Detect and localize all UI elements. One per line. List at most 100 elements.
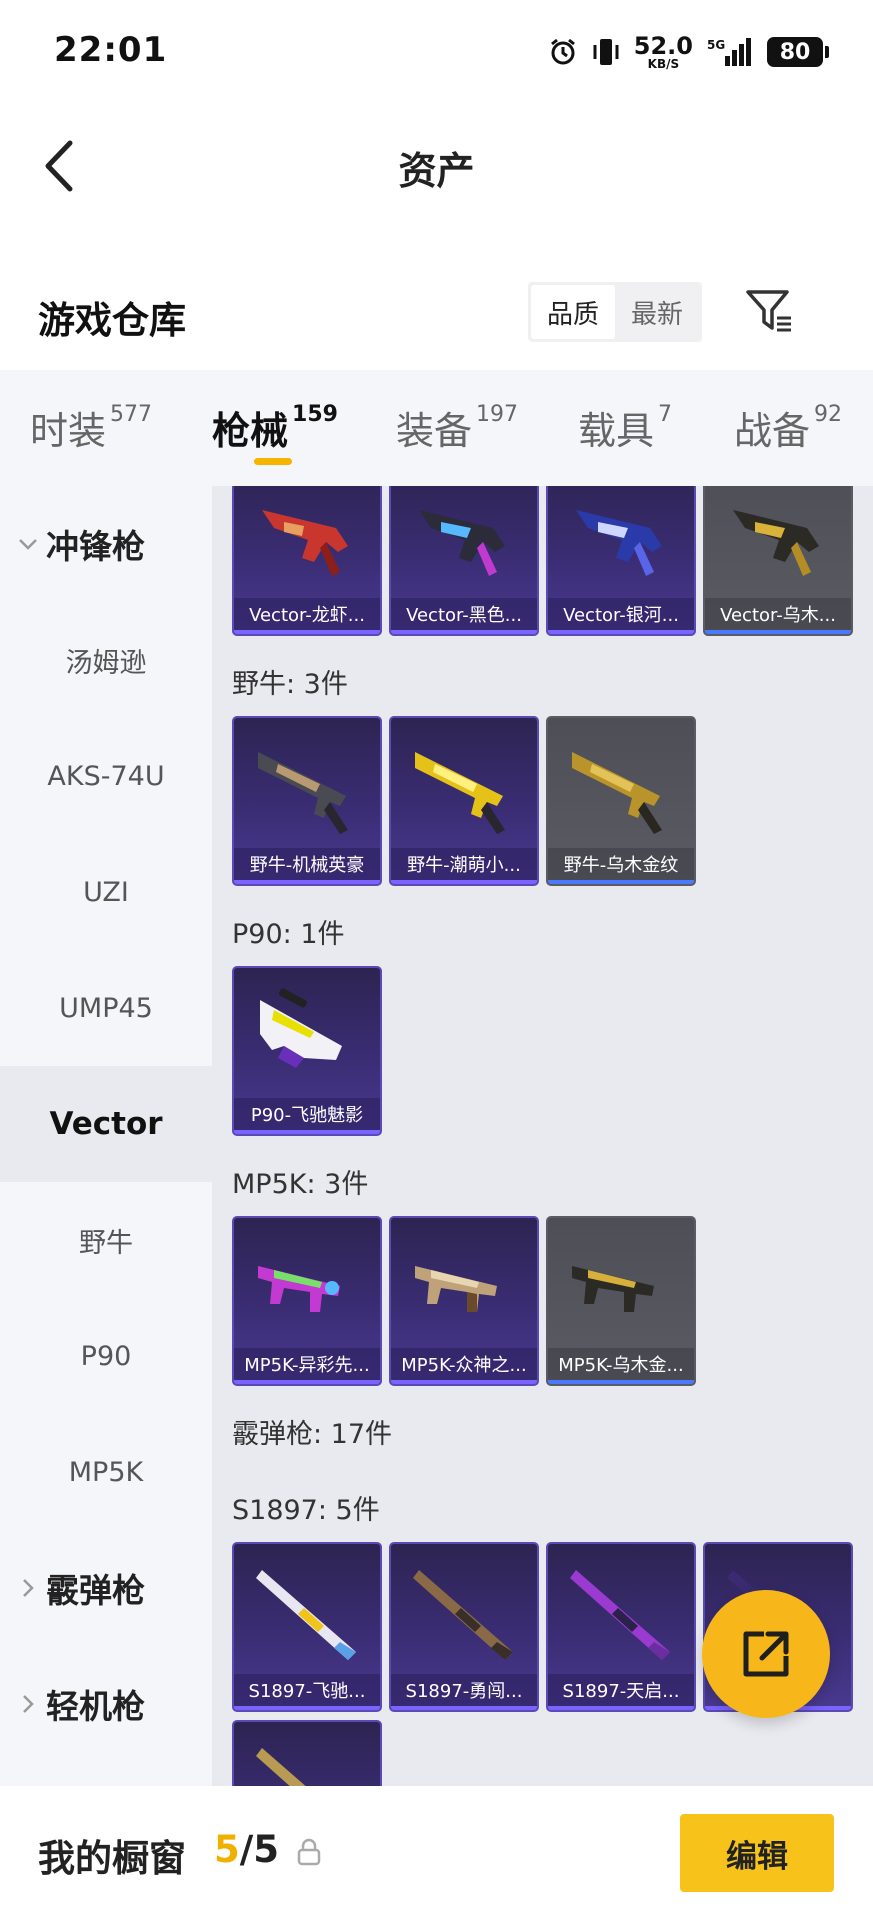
status-time: 22:01	[54, 30, 168, 70]
tab-label: 枪械	[212, 409, 289, 453]
sort-quality-button[interactable]: 品质	[531, 285, 615, 339]
smg-skin-icon	[262, 510, 348, 576]
tab-count: 577	[110, 402, 153, 427]
weapon-card-name: 野牛-潮萌小...	[391, 848, 537, 880]
battery-indicator: 80	[767, 37, 829, 67]
share-button[interactable]	[702, 1590, 830, 1718]
side-item-vector[interactable]: Vector	[0, 1066, 212, 1182]
weapon-card-name: S1897-天启...	[548, 1674, 694, 1706]
side-item-uzi[interactable]: UZI	[0, 834, 212, 950]
side-group-label: 冲锋枪	[46, 527, 145, 566]
chevron-right-icon	[16, 1576, 40, 1600]
showcase-count: 5/5	[214, 1828, 279, 1871]
rarity-bar	[234, 1130, 380, 1134]
section-label-mp5k: MP5K: 3件	[232, 1169, 369, 1200]
rarity-bar	[234, 1380, 380, 1384]
side-item-p90[interactable]: P90	[0, 1298, 212, 1414]
weapon-card-name: MP5K-众神之...	[391, 1348, 537, 1380]
tab-label: 载具	[578, 409, 655, 453]
side-group-label: 轻机枪	[46, 1687, 145, 1726]
tab-fashion[interactable]: 时装 577	[30, 400, 152, 455]
showcase-current: 5	[214, 1828, 240, 1871]
shotgun-skin-icon	[413, 1570, 513, 1660]
weapon-side-menu: 冲锋枪 汤姆逊 AKS-74U UZI UMP45 Vector 野牛 P90 …	[0, 486, 212, 1786]
rarity-bar	[234, 1706, 380, 1710]
edit-button[interactable]: 编辑	[680, 1814, 834, 1892]
tab-count: 197	[476, 402, 519, 427]
tab-equipment[interactable]: 装备 197	[396, 400, 518, 455]
weapon-card-name: 野牛-机械英豪	[234, 848, 380, 880]
weapon-card-name: 野牛-乌木金纹	[548, 848, 694, 880]
category-tabs: 时装 577 枪械 159 装备 197 载具 7 战备 92	[0, 370, 873, 486]
rarity-bar	[548, 1706, 694, 1710]
active-tab-indicator	[254, 458, 292, 465]
filter-button[interactable]	[742, 286, 798, 338]
weapon-card[interactable]: 野牛-潮萌小...	[389, 716, 539, 886]
tab-label: 战备	[734, 409, 811, 453]
filter-icon	[746, 290, 791, 332]
weapon-card[interactable]: S1897-勇闯...	[389, 1542, 539, 1712]
weapon-card[interactable]: Vector-黑色...	[389, 486, 539, 636]
weapon-card[interactable]: Vector-乌木...	[703, 486, 853, 636]
smg-skin-icon	[258, 752, 348, 834]
side-group-smg[interactable]: 冲锋枪	[0, 486, 212, 602]
rarity-bar	[391, 630, 537, 634]
tab-count: 7	[658, 402, 673, 427]
weapon-card-name: Vector-银河...	[548, 598, 694, 630]
side-item-bizon[interactable]: 野牛	[0, 1182, 212, 1298]
weapon-card[interactable]: MP5K-乌木金...	[546, 1216, 696, 1386]
status-bar: 22:01 52.0 KB/S 5G 80	[0, 0, 873, 100]
weapon-card[interactable]: P90-飞驰魅影	[232, 966, 382, 1136]
section-label-shotgun: 霰弹枪: 17件	[232, 1419, 393, 1450]
sort-latest-button[interactable]: 最新	[615, 285, 699, 339]
weapon-card[interactable]: 野牛-乌木金纹	[546, 716, 696, 886]
sort-toggle: 品质 最新	[528, 282, 702, 342]
rarity-bar	[234, 880, 380, 884]
weapon-card[interactable]: Vector-龙虾...	[232, 486, 382, 636]
smg-skin-icon	[576, 510, 662, 576]
weapon-card[interactable]: Vector-银河...	[546, 486, 696, 636]
chevron-down-icon	[16, 532, 40, 556]
tab-supplies[interactable]: 战备 92	[734, 400, 842, 455]
side-group-lmg[interactable]: 轻机枪	[0, 1646, 212, 1762]
shotgun-skin-icon	[570, 1570, 670, 1660]
svg-text:5G: 5G	[707, 38, 725, 52]
share-external-icon	[743, 1631, 789, 1677]
weapon-card-name: S1897-飞驰...	[234, 1674, 380, 1706]
weapon-card-name: Vector-黑色...	[391, 598, 537, 630]
nav-bar: 资产	[0, 110, 873, 220]
alarm-icon	[550, 38, 575, 65]
tab-firearms[interactable]: 枪械 159	[212, 400, 338, 455]
weapon-card[interactable]: S1897-天启...	[546, 1542, 696, 1712]
showcase-label: 我的橱窗	[38, 1837, 186, 1880]
side-item-thompson[interactable]: 汤姆逊	[0, 602, 212, 718]
weapon-card[interactable]: MP5K-异彩先...	[232, 1216, 382, 1386]
tab-vehicles[interactable]: 载具 7	[578, 400, 672, 455]
network-speed: 52.0 KB/S	[634, 34, 693, 70]
smg-skin-icon	[258, 1266, 340, 1312]
shotgun-skin-icon	[256, 1570, 356, 1660]
smg-skin-icon	[419, 510, 505, 576]
weapon-card[interactable]: 野牛-机械英豪	[232, 716, 382, 886]
weapon-card[interactable]	[232, 1720, 382, 1786]
smg-skin-icon	[415, 752, 505, 834]
weapon-card-name: Vector-龙虾...	[234, 598, 380, 630]
weapon-card-name: P90-飞驰魅影	[234, 1098, 380, 1130]
weapon-card[interactable]: MP5K-众神之...	[389, 1216, 539, 1386]
rarity-bar	[548, 1380, 694, 1384]
side-item-ump45[interactable]: UMP45	[0, 950, 212, 1066]
smg-skin-icon	[733, 510, 819, 576]
side-group-shotgun[interactable]: 霰弹枪	[0, 1530, 212, 1646]
weapon-card[interactable]: S1897-飞驰...	[232, 1542, 382, 1712]
showcase-total: 5	[253, 1828, 280, 1871]
side-item-mp5k[interactable]: MP5K	[0, 1414, 212, 1530]
tab-count: 159	[292, 402, 338, 427]
smg-skin-icon	[572, 1266, 654, 1312]
lock-icon	[297, 1838, 321, 1866]
side-item-aks74u[interactable]: AKS-74U	[0, 718, 212, 834]
smg-skin-icon	[260, 988, 342, 1068]
showcase-bar: 我的橱窗 5/5 编辑	[0, 1786, 873, 1920]
section-label-bizon: 野牛: 3件	[232, 669, 348, 700]
vibrate-icon	[593, 39, 619, 65]
section-label-p90: P90: 1件	[232, 919, 345, 950]
